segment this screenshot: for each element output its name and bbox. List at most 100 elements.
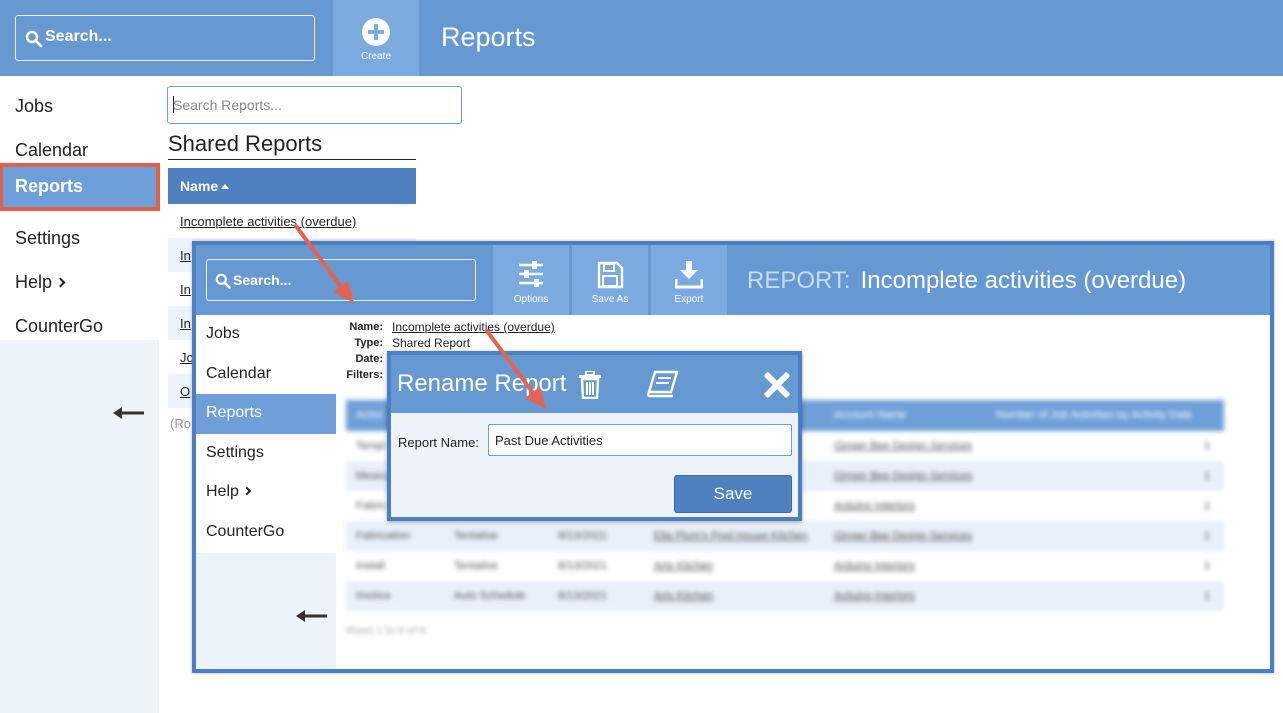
sidebar-item-reports[interactable]: Reports bbox=[196, 394, 336, 434]
name-column-label: Name bbox=[180, 178, 219, 194]
table-cell-link[interactable]: Arts Kitchen bbox=[654, 590, 713, 602]
table-cell: Tentative bbox=[454, 560, 499, 572]
sidebar-item-settings[interactable]: Settings bbox=[0, 216, 159, 260]
column-header: Activi bbox=[356, 409, 383, 421]
table-cell: 1 bbox=[1204, 500, 1211, 512]
table-row: Invoice Auto Schedule 8/13/2021 Arts Kit… bbox=[346, 581, 1224, 611]
table-cell: 1 bbox=[1204, 590, 1211, 602]
sidebar-item-reports[interactable]: Reports bbox=[0, 163, 160, 211]
plus-circle-icon bbox=[362, 18, 390, 46]
meta-name-label: Name: bbox=[349, 321, 383, 333]
table-cell: 1 bbox=[1204, 440, 1211, 452]
save-as-label: Save As bbox=[591, 294, 629, 305]
arrow-left-icon bbox=[113, 407, 144, 419]
chevron-right-icon bbox=[55, 277, 66, 288]
sidebar-item-help-label: Help bbox=[206, 483, 239, 500]
sidebar-item-countergo[interactable]: CounterGo bbox=[0, 304, 159, 348]
table-cell: 1 bbox=[1204, 470, 1211, 482]
options-label: Options bbox=[513, 294, 549, 305]
table-cell: Install bbox=[356, 560, 385, 572]
table-cell: Fabrication bbox=[356, 530, 411, 542]
meta-name-value[interactable]: Incomplete activities (overdue) bbox=[392, 320, 555, 334]
table-cell: Auto Schedule bbox=[454, 590, 526, 602]
table-cell-link[interactable]: Arduino Interiors bbox=[834, 590, 915, 602]
table-cell-link[interactable]: Ginger Bee Design Services bbox=[834, 440, 972, 452]
close-icon[interactable] bbox=[763, 371, 791, 399]
table-cell: 8/13/2021 bbox=[558, 530, 607, 542]
rename-report-dialog: Rename Report Report Name: Past Due Acti… bbox=[387, 351, 802, 521]
sidebar-item-help[interactable]: Help bbox=[0, 260, 159, 304]
table-cell: Measu bbox=[356, 470, 390, 482]
save-button[interactable]: Save bbox=[674, 475, 792, 513]
meta-date-label: Date: bbox=[355, 353, 383, 365]
top-header: Search... Create Reports bbox=[0, 0, 1283, 76]
table-cell-link[interactable]: Arts Kitchen bbox=[654, 560, 713, 572]
search-placeholder: Search... bbox=[45, 28, 112, 45]
sidebar-item-jobs[interactable]: Jobs bbox=[0, 84, 159, 128]
report-search-placeholder: Search Reports... bbox=[173, 97, 282, 113]
report-title-text: Incomplete activities (overdue) bbox=[860, 267, 1187, 294]
chevron-right-icon bbox=[242, 486, 252, 496]
meta-filters-label: Filters: bbox=[346, 369, 383, 381]
meta-type-value: Shared Report bbox=[392, 336, 471, 350]
sidebar-item-help-label: Help bbox=[15, 272, 53, 292]
results-footer: Rows 1 to 6 of 6 bbox=[346, 625, 426, 637]
report-title-prefix: REPORT: bbox=[747, 267, 851, 294]
report-search-input[interactable]: Search Reports... bbox=[167, 86, 462, 124]
report-global-search-input[interactable]: Search... bbox=[206, 259, 476, 301]
table-cell-link[interactable]: Ella Plum's Pool House Kitchen bbox=[654, 530, 808, 542]
table-cell: 8/13/2021 bbox=[558, 590, 607, 602]
report-title: REPORT: Incomplete activities (overdue) bbox=[747, 267, 1186, 295]
sliders-icon bbox=[519, 261, 543, 287]
table-cell: Tentative bbox=[454, 530, 499, 542]
table-cell-link[interactable]: Ginger Bee Design Services bbox=[834, 530, 972, 542]
rows-footer: (Ro bbox=[170, 416, 191, 431]
save-as-button[interactable]: Save As bbox=[572, 245, 648, 315]
floppy-icon bbox=[597, 261, 624, 289]
table-cell-link[interactable]: Arduino Interiors bbox=[834, 500, 915, 512]
download-icon bbox=[675, 261, 703, 289]
report-name-input[interactable]: Past Due Activities bbox=[488, 424, 792, 456]
dialog-title: Rename Report bbox=[397, 370, 567, 397]
table-cell: Templ bbox=[356, 440, 386, 452]
sort-ascending-icon bbox=[221, 184, 230, 189]
table-cell: 1 bbox=[1204, 530, 1211, 542]
column-header: Account Name bbox=[834, 409, 907, 421]
shared-reports-heading: Shared Reports bbox=[168, 131, 416, 160]
column-header: Number of Job Activities by Activity Dat… bbox=[996, 409, 1193, 421]
sidebar-menu: Jobs Calendar Reports Settings Help Coun… bbox=[0, 76, 160, 340]
sidebar: Jobs Calendar Reports Settings Help Coun… bbox=[0, 76, 160, 713]
trash-icon[interactable] bbox=[577, 371, 603, 399]
book-icon[interactable] bbox=[647, 370, 679, 398]
report-header: Search... Options Save As Export REPORT:… bbox=[196, 245, 1270, 315]
table-cell: Invoice bbox=[356, 590, 391, 602]
table-row: Fabrication Tentative 8/13/2021 Ella Plu… bbox=[346, 521, 1224, 551]
report-sidebar-menu: Jobs Calendar Reports Settings Help Coun… bbox=[196, 315, 336, 553]
options-button[interactable]: Options bbox=[493, 245, 569, 315]
sidebar-item-jobs[interactable]: Jobs bbox=[196, 315, 336, 355]
text-caret bbox=[173, 96, 174, 113]
table-cell: Fabric bbox=[356, 500, 387, 512]
search-placeholder: Search... bbox=[233, 272, 292, 288]
table-cell-link[interactable]: Arduino Interiors bbox=[834, 560, 915, 572]
table-cell: 8/13/2021 bbox=[558, 560, 607, 572]
search-icon bbox=[215, 273, 231, 289]
dialog-header: Rename Report bbox=[391, 355, 798, 413]
search-icon bbox=[25, 30, 43, 48]
report-row[interactable]: Incomplete activities (overdue) bbox=[168, 204, 416, 238]
create-label: Create bbox=[360, 51, 391, 62]
sidebar-item-settings[interactable]: Settings bbox=[196, 434, 336, 474]
name-column-header[interactable]: Name bbox=[168, 168, 416, 204]
global-search-input[interactable]: Search... bbox=[15, 15, 315, 61]
page-title: Reports bbox=[441, 22, 536, 52]
meta-type-label: Type: bbox=[354, 337, 383, 349]
export-label: Export bbox=[674, 294, 704, 305]
sidebar-item-countergo[interactable]: CounterGo bbox=[196, 513, 336, 553]
sidebar-item-calendar[interactable]: Calendar bbox=[196, 355, 336, 395]
export-button[interactable]: Export bbox=[651, 245, 727, 315]
table-cell: 1 bbox=[1204, 560, 1211, 572]
create-button[interactable]: Create bbox=[333, 0, 419, 76]
table-row: Install Tentative 8/13/2021 Arts Kitchen… bbox=[346, 551, 1224, 581]
table-cell-link[interactable]: Ginger Bee Design Services bbox=[834, 470, 972, 482]
sidebar-item-help[interactable]: Help bbox=[196, 473, 336, 513]
